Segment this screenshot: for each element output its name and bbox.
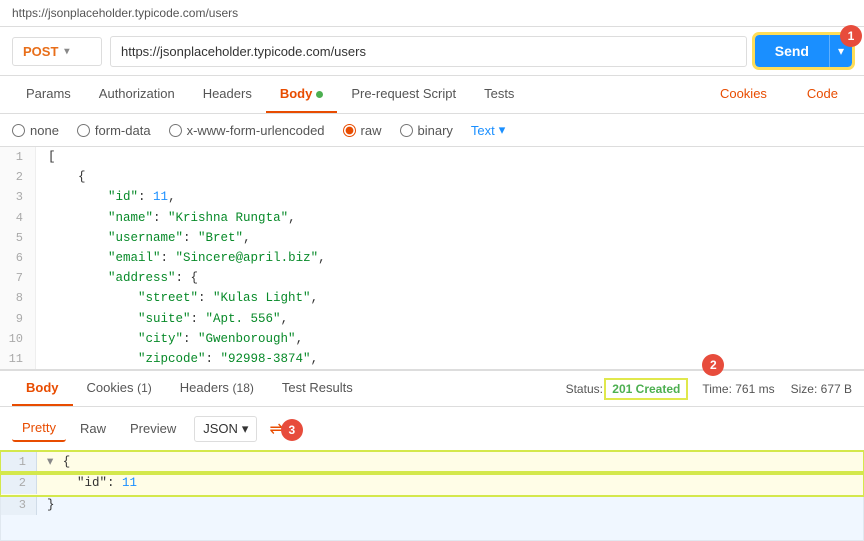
preview-button[interactable]: Preview [120,416,186,441]
code-line-11: 11 "zipcode": "92998-3874", [0,349,864,369]
code-line-7: 7 "address": { [0,268,864,288]
nav-tabs: Params Authorization Headers Body Pre-re… [0,76,864,114]
text-type-label: Text [471,123,495,138]
pretty-button[interactable]: Pretty [12,415,66,442]
option-raw[interactable]: raw [343,123,382,138]
raw-button[interactable]: Raw [70,416,116,441]
option-form-data[interactable]: form-data [77,123,151,138]
pretty-btn-wrapper: Pretty [12,415,66,442]
response-tabs-bar: Body Cookies (1) Headers (18) Test Resul… [0,371,864,407]
code-line-9: 9 "suite": "Apt. 556", [0,309,864,329]
send-button[interactable]: Send [755,35,829,67]
send-group: Send ▾ [755,35,852,67]
tab-prerequest[interactable]: Pre-request Script [337,76,470,113]
time-label: Time: 761 ms [702,382,774,396]
status-value: 201 Created [606,380,686,398]
format-label: JSON [203,421,238,436]
option-urlencoded[interactable]: x-www-form-urlencoded [169,123,325,138]
resp-line-3: 3 } [1,495,863,516]
text-type-chevron-icon: ▾ [499,122,506,138]
response-tab-cookies[interactable]: Cookies (1) [73,371,166,406]
response-badge-3: 3 [281,419,303,441]
tab-authorization[interactable]: Authorization [85,76,189,113]
status-label: Status: [566,382,603,396]
resp-line-1: 1 ▾ { [1,452,863,473]
method-dropdown[interactable]: POST ▾ [12,37,102,66]
tab-cookies[interactable]: Cookies [706,76,781,113]
request-bar: POST ▾ Send ▾ 1 [0,27,864,76]
code-line-10: 10 "city": "Gwenborough", [0,329,864,349]
response-tab-headers[interactable]: Headers (18) [166,371,268,406]
body-options: none form-data x-www-form-urlencoded raw… [0,114,864,147]
send-badge: 1 [840,25,862,47]
option-binary[interactable]: binary [400,123,453,138]
collapse-icon[interactable]: ▾ [47,455,53,469]
tab-body[interactable]: Body [266,76,338,113]
format-chevron-icon: ▾ [242,421,249,437]
response-body: 1 ▾ { 2 "id": 11 3 } [0,451,864,541]
code-line-2: 2 { [0,167,864,187]
code-line-8: 8 "street": "Kulas Light", [0,288,864,308]
tab-headers[interactable]: Headers [189,76,266,113]
title-bar: https://jsonplaceholder.typicode.com/use… [0,0,864,27]
radio-form-data[interactable] [77,124,90,137]
code-line-6: 6 "email": "Sincere@april.biz", [0,248,864,268]
page-url: https://jsonplaceholder.typicode.com/use… [12,6,238,20]
method-label: POST [23,44,58,59]
radio-none[interactable] [12,124,25,137]
response-format-bar: Pretty Raw Preview JSON ▾ ⇌ 3 [0,407,864,451]
method-chevron-icon: ▾ [64,46,69,57]
tab-tests[interactable]: Tests [470,76,528,113]
text-type-select[interactable]: Text ▾ [471,122,505,138]
send-button-group: Send ▾ 1 [755,35,852,67]
response-status-bar: 2 Status: 201 Created Time: 761 ms Size:… [566,382,852,396]
code-editor[interactable]: 1 [ 2 { 3 "id": 11, 4 "name": "Krishna R… [0,147,864,371]
resp-line-2: 2 "id": 11 [1,473,863,494]
format-select[interactable]: JSON ▾ [194,416,257,442]
size-label: Size: 677 B [791,382,852,396]
tab-code[interactable]: Code [793,76,852,113]
code-line-4: 4 "name": "Krishna Rungta", [0,208,864,228]
nav-right-tabs: Cookies Code [706,76,852,113]
body-dot-icon [316,91,323,98]
radio-urlencoded[interactable] [169,124,182,137]
response-tab-body[interactable]: Body [12,371,73,406]
option-none[interactable]: none [12,123,59,138]
tab-params[interactable]: Params [12,76,85,113]
url-input[interactable] [110,36,747,67]
code-line-5: 5 "username": "Bret", [0,228,864,248]
radio-binary[interactable] [400,124,413,137]
code-line-1: 1 [ [0,147,864,167]
status-badge-wrapper: 2 Status: 201 Created [566,382,687,396]
response-badge-2: 2 [702,354,724,376]
response-tab-testresults[interactable]: Test Results [268,371,367,406]
radio-raw[interactable] [343,124,356,137]
code-line-3: 3 "id": 11, [0,187,864,207]
